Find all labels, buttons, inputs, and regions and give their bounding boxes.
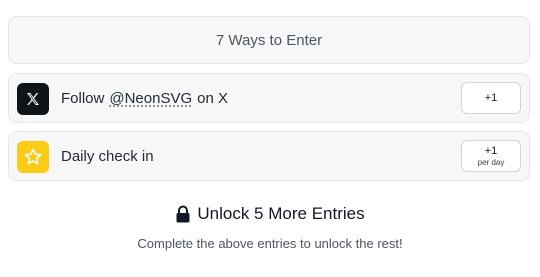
entry-daily-check-in[interactable]: Daily check in +1 per day [8, 131, 530, 181]
entry-points-value: +1 [484, 91, 498, 104]
unlock-description: Complete the above entries to unlock the… [137, 236, 403, 251]
entry-points-frequency: per day [477, 157, 505, 167]
ways-to-enter-header: 7 Ways to Enter [8, 16, 530, 64]
entry-points-value: +1 [484, 145, 498, 158]
entry-follow-platform: on X [197, 89, 228, 107]
ways-to-enter-title: 7 Ways to Enter [215, 31, 323, 49]
entry-follow-text: Follow [61, 89, 105, 107]
entry-points-badge[interactable]: +1 per day [461, 140, 521, 172]
x-handle-link[interactable]: @NeonSVG [109, 90, 192, 107]
star-icon [17, 141, 49, 173]
entry-follow-x-label: Follow @NeonSVG on X [61, 74, 228, 122]
unlock-heading: Unlock 5 More Entries [0, 204, 540, 224]
entry-follow-x[interactable]: Follow @NeonSVG on X +1 [8, 73, 530, 123]
lock-icon [175, 205, 191, 223]
entry-daily-label: Daily check in [61, 147, 154, 165]
entry-widget: 7 Ways to Enter Follow @NeonSVG on X +1 … [0, 0, 540, 277]
unlock-title: Unlock 5 More Entries [197, 204, 365, 223]
entry-points-badge[interactable]: +1 [461, 82, 521, 114]
x-logo-icon [17, 83, 49, 115]
